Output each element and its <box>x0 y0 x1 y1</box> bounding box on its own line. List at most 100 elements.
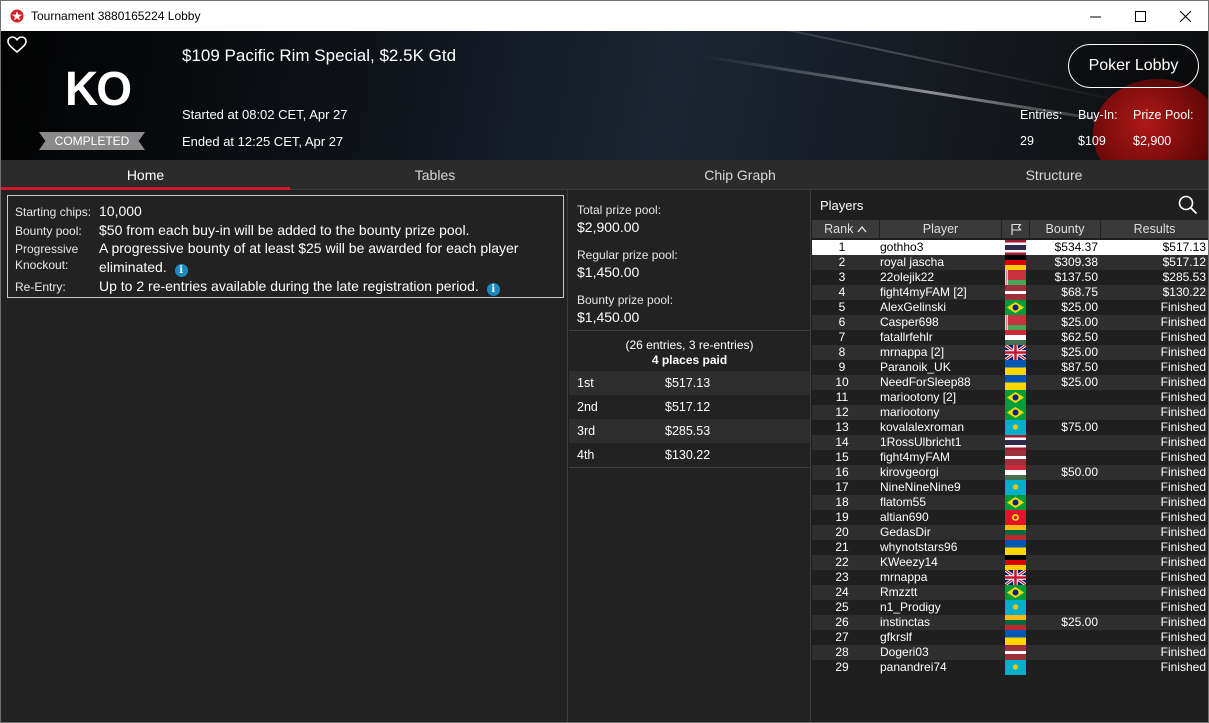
result-cell: Finished <box>1160 345 1206 359</box>
player-name-cell: 22olejik22 <box>880 270 935 284</box>
table-row[interactable]: 9 Paranoik_UK $87.50 Finished <box>812 360 1208 375</box>
tab-tables[interactable]: Tables <box>290 160 580 190</box>
lithuania-flag-icon <box>1005 525 1026 540</box>
table-row[interactable]: 18 flatom55 Finished <box>812 495 1208 510</box>
entries-label: Entries: <box>1020 108 1063 122</box>
tab-structure[interactable]: Structure <box>900 160 1208 190</box>
table-row[interactable]: 7 fatallrfehlr $62.50 Finished <box>812 330 1208 345</box>
ukraine-flag-icon <box>1005 630 1026 645</box>
result-cell: Finished <box>1160 330 1206 344</box>
total-prize-value: $2,900.00 <box>577 219 640 235</box>
lobby-window: Tournament 3880165224 Lobby KO COMPLETED… <box>0 0 1209 723</box>
rank-cell: 11 <box>835 390 849 404</box>
rank-cell: 6 <box>838 315 846 329</box>
bounty-cell: $137.50 <box>1054 270 1098 284</box>
table-row[interactable]: 6 Casper698 $25.00 Finished <box>812 315 1208 330</box>
rank-cell: 16 <box>835 465 849 479</box>
result-cell: Finished <box>1160 315 1206 329</box>
table-row[interactable]: 8 mrnappa [2] $25.00 Finished <box>812 345 1208 360</box>
poker-lobby-button[interactable]: Poker Lobby <box>1068 44 1199 88</box>
payout-amount: $285.53 <box>665 424 711 438</box>
result-cell: $285.53 <box>1162 270 1206 284</box>
regular-prize-label: Regular prize pool: <box>577 248 678 262</box>
start-time: Started at 08:02 CET, Apr 27 <box>182 107 348 122</box>
kazakhstan-flag-icon <box>1005 480 1026 495</box>
entries-summary: (26 entries, 3 re-entries) 4 places paid <box>569 338 810 368</box>
table-row[interactable]: 13 kovalalexroman $75.00 Finished <box>812 420 1208 435</box>
player-column-header[interactable]: Player <box>880 220 1002 238</box>
latvia-flag-icon <box>1005 645 1026 660</box>
payout-place: 3rd <box>577 424 596 438</box>
table-row[interactable]: 21 whynotstars96 Finished <box>812 540 1208 555</box>
lithuania-flag-icon <box>1005 615 1026 630</box>
result-cell: Finished <box>1160 435 1206 449</box>
info-icon[interactable]: i <box>486 283 500 296</box>
table-row[interactable]: 27 gfkrslf Finished <box>812 630 1208 645</box>
bounty-pool-label: Bounty pool: <box>15 224 82 238</box>
rank-cell: 29 <box>835 660 849 674</box>
bounty-cell: $25.00 <box>1061 615 1098 629</box>
rank-column-header[interactable]: Rank <box>812 220 880 238</box>
bounty-cell: $534.37 <box>1054 240 1098 254</box>
player-name-cell: royal jascha <box>880 255 945 269</box>
table-row[interactable]: 10 NeedForSleep88 $25.00 Finished <box>812 375 1208 390</box>
maximize-button[interactable] <box>1117 1 1163 31</box>
rank-cell: 24 <box>835 585 849 599</box>
table-row[interactable]: 16 kirovgeorgi $50.00 Finished <box>812 465 1208 480</box>
tab-home[interactable]: Home <box>1 160 290 190</box>
table-row[interactable]: 2 royal jascha $309.38 $517.12 <box>812 255 1208 270</box>
table-row[interactable]: 15 fight4myFAM Finished <box>812 450 1208 465</box>
table-row[interactable]: 28 Dogeri03 Finished <box>812 645 1208 660</box>
tournament-header: KO COMPLETED $109 Pacific Rim Special, $… <box>1 31 1208 160</box>
info-icon[interactable]: i <box>174 264 188 277</box>
favorite-heart-icon[interactable] <box>7 36 27 54</box>
table-row[interactable]: 4 fight4myFAM [2] $68.75 $130.22 <box>812 285 1208 300</box>
bounty-pool-value: $50 from each buy-in will be added to th… <box>99 222 470 238</box>
result-cell: Finished <box>1160 405 1206 419</box>
close-button[interactable] <box>1162 1 1208 31</box>
bounty-cell: $25.00 <box>1061 375 1098 389</box>
table-row[interactable]: 22 KWeezy14 Finished <box>812 555 1208 570</box>
rank-cell: 12 <box>835 405 849 419</box>
kyrgyzstan-flag-icon <box>1005 510 1026 525</box>
rank-cell: 9 <box>838 360 846 374</box>
table-row[interactable]: 26 instinctas $25.00 Finished <box>812 615 1208 630</box>
bounty-prize-value: $1,450.00 <box>577 309 640 325</box>
result-cell: Finished <box>1160 615 1206 629</box>
table-row[interactable]: 11 mariootony [2] Finished <box>812 390 1208 405</box>
table-row[interactable]: 25 n1_Prodigy Finished <box>812 600 1208 615</box>
player-name-cell: mariootony <box>880 405 940 419</box>
brazil-flag-icon <box>1005 585 1026 600</box>
table-row[interactable]: 29 panandrei74 Finished <box>812 660 1208 675</box>
bounty-column-header[interactable]: Bounty <box>1030 220 1101 238</box>
table-row[interactable]: 20 GedasDir Finished <box>812 525 1208 540</box>
player-name-cell: kirovgeorgi <box>880 465 939 479</box>
table-row[interactable]: 1 gothho3 $534.37 $517.13 <box>812 240 1208 255</box>
table-row[interactable]: 3 22olejik22 $137.50 $285.53 <box>812 270 1208 285</box>
table-row[interactable]: 17 NineNineNine9 Finished <box>812 480 1208 495</box>
rank-cell: 20 <box>835 525 849 539</box>
flag-column-header[interactable] <box>1002 220 1030 238</box>
table-row[interactable]: 24 Rmzztt Finished <box>812 585 1208 600</box>
table-row[interactable]: 19 altian690 Finished <box>812 510 1208 525</box>
player-name-cell: kovalalexroman <box>880 420 965 434</box>
results-column-header[interactable]: Results <box>1101 220 1208 238</box>
table-row[interactable]: 12 mariootony Finished <box>812 405 1208 420</box>
table-row[interactable]: 5 AlexGelinski $25.00 Finished <box>812 300 1208 315</box>
player-name-cell: KWeezy14 <box>880 555 938 569</box>
knockout-label: Knockout: <box>15 258 69 272</box>
table-row[interactable]: 14 1RossUlbricht1 Finished <box>812 435 1208 450</box>
player-name-cell: Paranoik_UK <box>880 360 951 374</box>
tab-chip-graph[interactable]: Chip Graph <box>580 160 900 190</box>
player-name-cell: NeedForSleep88 <box>880 375 971 389</box>
table-row[interactable]: 23 mrnappa Finished <box>812 570 1208 585</box>
player-name-cell: Casper698 <box>880 315 939 329</box>
maximize-icon <box>1134 10 1146 22</box>
flag-icon <box>1010 223 1022 235</box>
minimize-button[interactable] <box>1072 1 1118 31</box>
rank-cell: 8 <box>838 345 846 359</box>
search-icon[interactable] <box>1178 195 1198 215</box>
prizepool-label: Prize Pool: <box>1133 108 1194 122</box>
uk-flag-icon <box>1005 345 1026 360</box>
result-cell: Finished <box>1160 525 1206 539</box>
